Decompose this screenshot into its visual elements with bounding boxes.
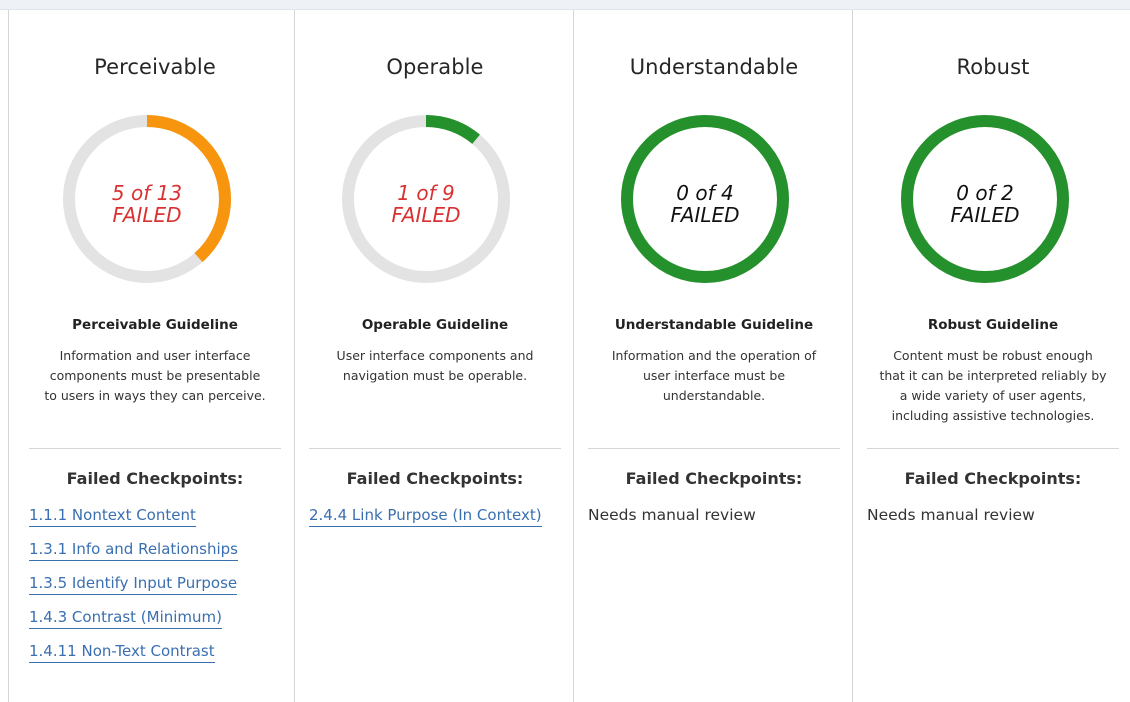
checkpoint-link[interactable]: 1.4.11 Non-Text Contrast bbox=[29, 642, 215, 663]
guideline-desc-line: that it can be interpreted reliably by bbox=[879, 368, 1107, 383]
checkpoint-link[interactable]: 1.3.1 Info and Relationships bbox=[29, 540, 238, 561]
guideline-desc-line: Information and the operation of bbox=[611, 348, 817, 363]
guideline-description: User interface components and navigation… bbox=[309, 346, 561, 386]
failed-word: FAILED bbox=[391, 203, 461, 227]
checkpoint-link[interactable]: 1.1.1 Nontext Content bbox=[29, 506, 196, 527]
checkpoint-link[interactable]: 1.4.3 Contrast (Minimum) bbox=[29, 608, 223, 629]
failed-count: 0 of 2 bbox=[956, 181, 1014, 205]
progress-donut: 5 of 13 FAILED bbox=[61, 113, 233, 285]
guideline-desc-line: User interface components and bbox=[336, 348, 534, 363]
section-divider bbox=[867, 448, 1119, 449]
manual-review-note: Needs manual review bbox=[588, 506, 756, 524]
manual-review-note: Needs manual review bbox=[867, 506, 1035, 524]
column-understandable: Understandable 0 of 4 FAILED Understanda… bbox=[573, 10, 853, 702]
failed-checkpoints-title: Failed Checkpoints: bbox=[66, 469, 244, 488]
guideline-description: Information and user interface component… bbox=[29, 346, 281, 406]
failed-checkpoints-title: Failed Checkpoints: bbox=[346, 469, 524, 488]
progress-donut: 1 of 9 FAILED bbox=[340, 113, 512, 285]
column-robust: Robust 0 of 2 FAILED Robust Guideline Co… bbox=[852, 10, 1130, 702]
guidelines-summary: Perceivable 5 of 13 FAILED Perceivable G… bbox=[9, 10, 1130, 702]
section-divider bbox=[29, 448, 281, 449]
section-divider bbox=[588, 448, 840, 449]
guideline-desc-line: including assistive technologies. bbox=[891, 408, 1095, 423]
failed-checkpoints-title: Failed Checkpoints: bbox=[625, 469, 803, 488]
failed-checkpoints-list: 1.1.1 Nontext Content 1.3.1 Info and Rel… bbox=[29, 505, 281, 675]
failed-count-label: 1 of 9 FAILED bbox=[340, 182, 512, 226]
guideline-desc-line: Information and user interface bbox=[59, 348, 251, 363]
failed-word: FAILED bbox=[670, 203, 740, 227]
guideline-desc-line: a wide variety of user agents, bbox=[899, 388, 1087, 403]
guideline-title: Perceivable Guideline bbox=[72, 317, 238, 333]
failed-word: FAILED bbox=[950, 203, 1020, 227]
column-title: Perceivable bbox=[94, 55, 216, 79]
guideline-title: Understandable Guideline bbox=[614, 317, 814, 333]
failed-checkpoints-title: Failed Checkpoints: bbox=[904, 469, 1082, 488]
failed-word: FAILED bbox=[112, 203, 182, 227]
failed-count: 0 of 4 bbox=[676, 181, 734, 205]
list-item: 1.4.11 Non-Text Contrast bbox=[29, 641, 281, 675]
checkpoint-link[interactable]: 2.4.4 Link Purpose (In Context) bbox=[309, 506, 542, 527]
checkpoint-link[interactable]: 1.3.5 Identify Input Purpose bbox=[29, 574, 238, 595]
guideline-desc-line: user interface must be bbox=[642, 368, 786, 383]
guideline-desc-line: understandable. bbox=[662, 388, 766, 403]
list-item: 1.3.5 Identify Input Purpose bbox=[29, 573, 281, 607]
column-perceivable: Perceivable 5 of 13 FAILED Perceivable G… bbox=[9, 10, 294, 702]
top-bar bbox=[0, 0, 1130, 10]
guideline-desc-line: Content must be robust enough bbox=[893, 348, 1093, 363]
column-title: Robust bbox=[956, 55, 1030, 79]
guideline-description: Content must be robust enough that it ca… bbox=[867, 346, 1119, 426]
list-item: 1.1.1 Nontext Content bbox=[29, 505, 281, 539]
column-operable: Operable 1 of 9 FAILED Operable Guidelin… bbox=[294, 10, 574, 702]
failed-count: 5 of 13 bbox=[111, 181, 183, 205]
guideline-description: Information and the operation of user in… bbox=[588, 346, 840, 406]
column-title: Understandable bbox=[629, 55, 799, 79]
progress-donut: 0 of 4 FAILED bbox=[619, 113, 791, 285]
failed-checkpoints-list: 2.4.4 Link Purpose (In Context) bbox=[309, 505, 561, 539]
failed-count-label: 0 of 4 FAILED bbox=[619, 182, 791, 226]
list-item: 1.4.3 Contrast (Minimum) bbox=[29, 607, 281, 641]
failed-count-label: 0 of 2 FAILED bbox=[899, 182, 1071, 226]
section-divider bbox=[309, 448, 561, 449]
failed-count: 1 of 9 bbox=[397, 181, 455, 205]
guideline-title: Operable Guideline bbox=[361, 317, 509, 333]
list-item: 2.4.4 Link Purpose (In Context) bbox=[309, 505, 561, 539]
guideline-title: Robust Guideline bbox=[927, 317, 1059, 333]
list-item: 1.3.1 Info and Relationships bbox=[29, 539, 281, 573]
guideline-desc-line: navigation must be operable. bbox=[342, 368, 528, 383]
progress-donut: 0 of 2 FAILED bbox=[899, 113, 1071, 285]
column-title: Operable bbox=[386, 55, 484, 79]
failed-count-label: 5 of 13 FAILED bbox=[61, 182, 233, 226]
guideline-desc-line: to users in ways they can perceive. bbox=[44, 388, 266, 403]
guideline-desc-line: components must be presentable bbox=[49, 368, 261, 383]
